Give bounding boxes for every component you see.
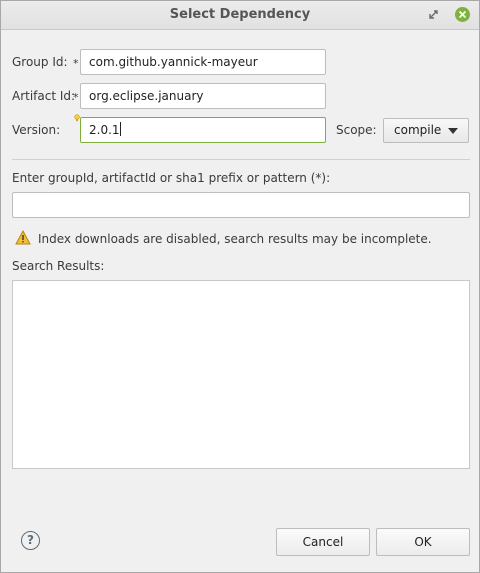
index-warning-text: Index downloads are disabled, search res…: [38, 232, 432, 246]
text-cursor: [119, 122, 121, 136]
artifact-id-value: org.eclipse.january: [89, 89, 204, 103]
dialog-title: Select Dependency: [169, 7, 311, 22]
group-id-value: com.github.yannick-mayeur: [89, 55, 258, 69]
artifact-id-required-marker: *: [73, 91, 79, 104]
select-dependency-dialog: Select Dependency Group Id: * com.github…: [0, 0, 480, 573]
artifact-id-label: Artifact Id:: [12, 89, 76, 103]
ok-button[interactable]: OK: [376, 528, 470, 556]
version-field[interactable]: 2.0.1: [80, 117, 326, 143]
search-results-list[interactable]: [12, 280, 470, 469]
separator: [12, 159, 470, 160]
close-icon[interactable]: [455, 7, 470, 22]
cancel-button[interactable]: Cancel: [276, 528, 370, 556]
restore-icon[interactable]: [426, 6, 442, 22]
search-results-label: Search Results:: [12, 259, 105, 273]
version-label: Version:: [12, 123, 61, 137]
search-label: Enter groupId, artifactId or sha1 prefix…: [12, 171, 331, 185]
artifact-id-field[interactable]: org.eclipse.january: [80, 83, 326, 109]
group-id-field[interactable]: com.github.yannick-mayeur: [80, 49, 326, 75]
search-input[interactable]: [12, 192, 470, 218]
title-bar[interactable]: Select Dependency: [1, 1, 479, 30]
warning-icon: [15, 230, 31, 245]
help-icon[interactable]: ?: [21, 531, 40, 550]
group-id-label: Group Id:: [12, 55, 68, 69]
chevron-down-icon: [448, 128, 458, 134]
scope-label: Scope:: [336, 123, 377, 137]
scope-value: compile: [394, 123, 442, 137]
version-value: 2.0.1: [89, 123, 120, 137]
group-id-required-marker: *: [73, 57, 79, 70]
scope-dropdown[interactable]: compile: [383, 118, 469, 143]
